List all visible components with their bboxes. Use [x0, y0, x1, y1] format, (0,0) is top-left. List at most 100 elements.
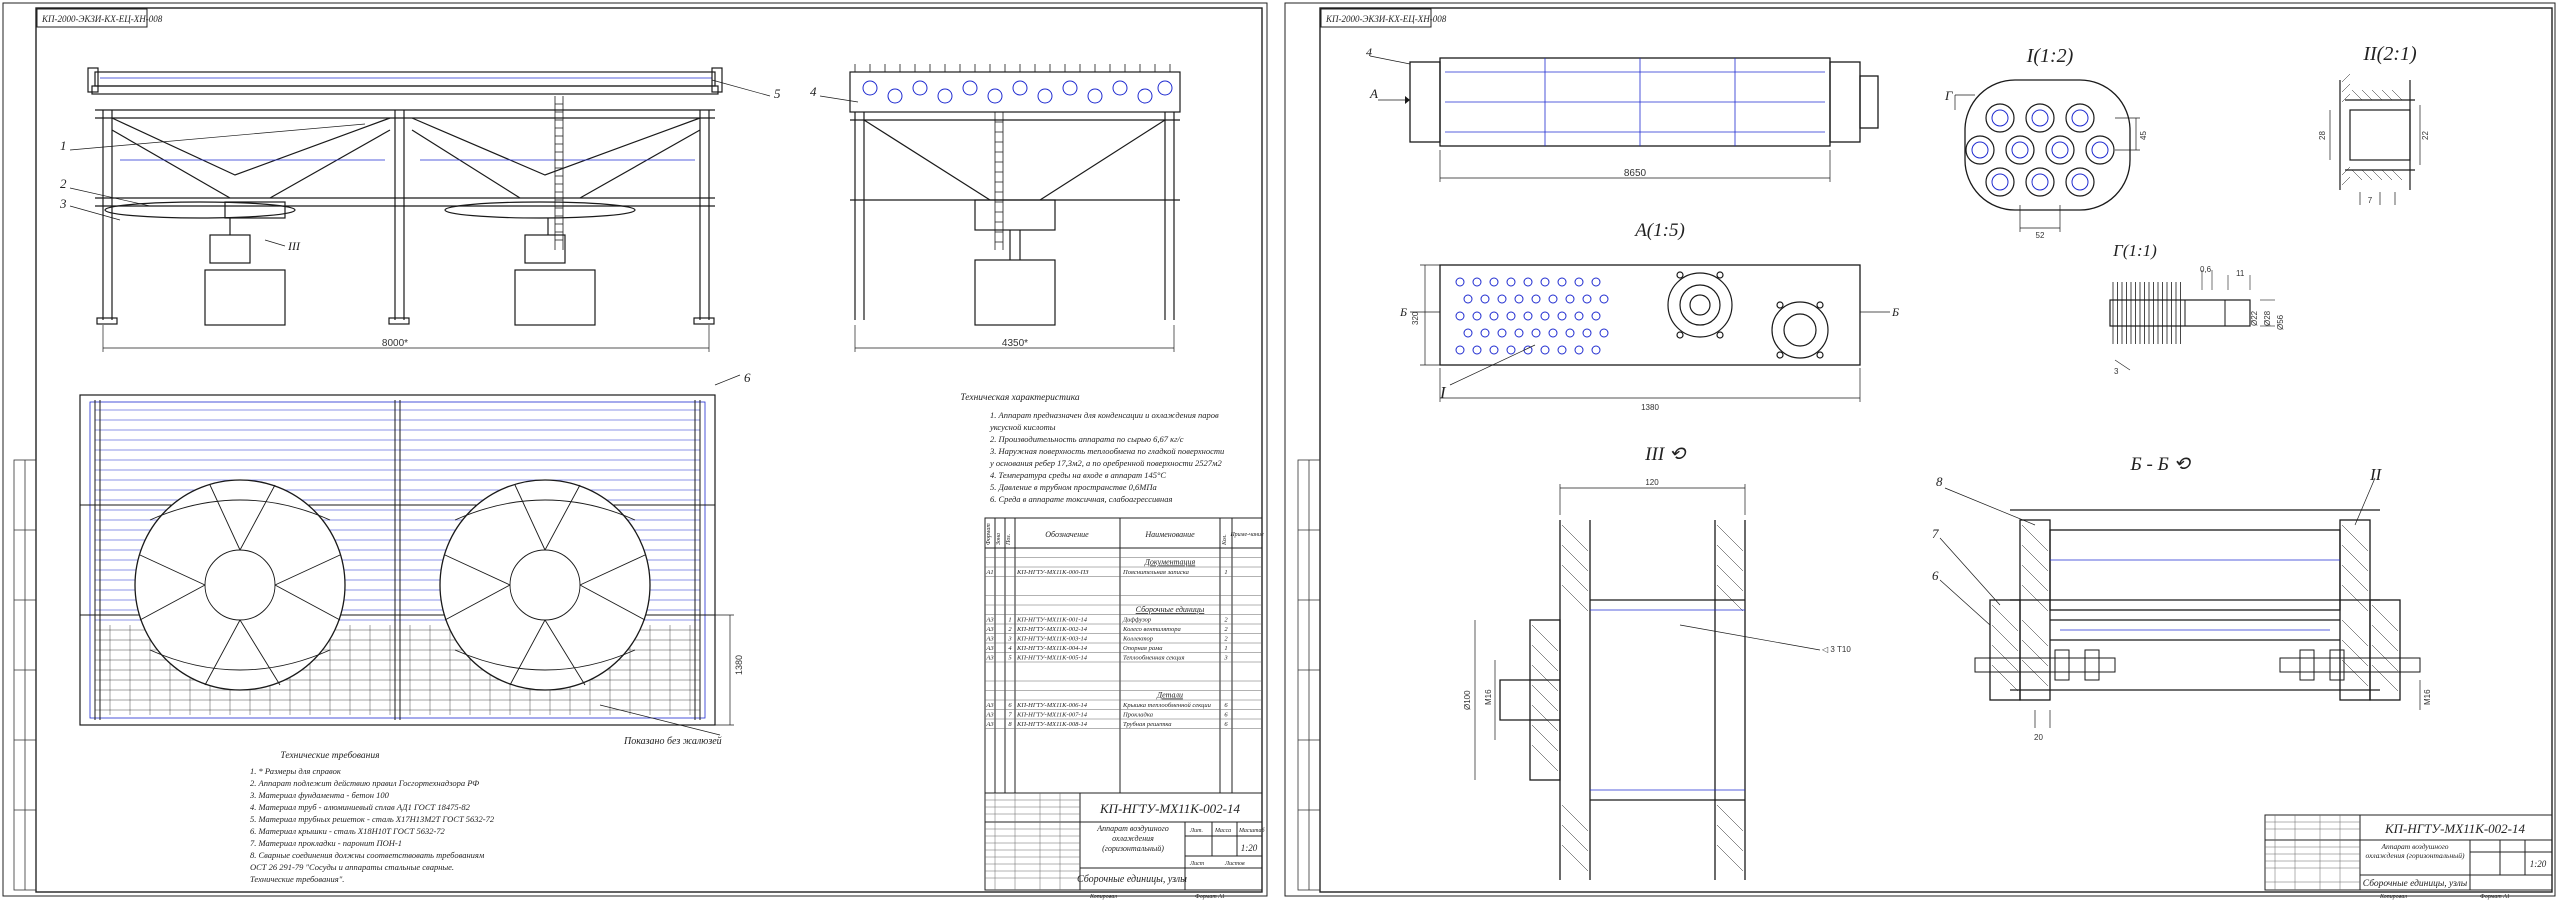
- spec-cell-name: Теплообменная секция: [1123, 655, 1185, 662]
- spec-cell-name: Диффузор: [1122, 617, 1152, 624]
- spec-section-title: Документация: [1144, 558, 1196, 567]
- title-copied-1: Копировал: [1089, 894, 1117, 900]
- title-scale-2: 1:20: [2530, 859, 2547, 869]
- title-name-1-wrap: Аппарат воздушного охлаждения (горизонта…: [1097, 824, 1169, 853]
- tube-section-view: 8650 4 А: [1366, 45, 1879, 182]
- spec-section-title: Сборочные единицы: [1136, 605, 1205, 614]
- spec-cell-name: Коллектор: [1122, 636, 1154, 643]
- spec-cell: А3: [985, 712, 994, 719]
- tube-hole: [1574, 311, 1584, 321]
- spec-cell-code: КП-НГТУ-МХ11К-007-14: [1016, 712, 1088, 719]
- title-name-1: Аппарат воздушного охлаждения (горизонта…: [1097, 824, 1169, 853]
- tube-hole: [1455, 311, 1465, 321]
- spec-cell-code: КП-НГТУ-МХ11К-002-14: [1016, 626, 1088, 633]
- spec-hdr-pos: Поз.: [1006, 534, 1012, 546]
- tube-hole: [1574, 345, 1584, 355]
- spec-cell: 3: [1007, 636, 1012, 643]
- tube-hole: [1582, 294, 1592, 304]
- spec-table: Формат Зона Поз. Обозначение Наименовани…: [984, 517, 1264, 794]
- spec-cell-qty: 6: [1224, 721, 1228, 728]
- pos-8: 8: [1936, 474, 1943, 489]
- tube-hole: [1480, 328, 1490, 338]
- spec-cell-name: Трубная решетка: [1123, 721, 1172, 728]
- pos-6-s2: 6: [1932, 568, 1939, 583]
- dim-length: 8000*: [382, 338, 408, 349]
- dim-iii-d: Ø100: [1463, 690, 1472, 710]
- front-view: 8000* 1 2 3 5 III: [59, 67, 781, 352]
- spec-cell: А3: [985, 636, 994, 643]
- tech-char-line: 5. Давление в трубном пространстве 0,6МП…: [990, 482, 1157, 492]
- sheet-2-stamp: КП-2000-ЭКЗИ-КХ-ЕЦ-ХН-008: [1320, 8, 1447, 28]
- label-hidden: Показано без жалюзей: [623, 736, 722, 747]
- tube-hole: [1506, 345, 1516, 355]
- spec-cell-name: Пояснительная записка: [1122, 569, 1189, 576]
- spec-cell: 7: [1008, 712, 1012, 719]
- tube-hole: [1591, 277, 1601, 287]
- spec-cell-code: КП-НГТУ-МХ11К-004-14: [1016, 645, 1088, 652]
- tube-hole: [1455, 345, 1465, 355]
- tech-req-line: 5. Материал трубных решеток - сталь Х17Н…: [250, 814, 495, 824]
- title-name-2: Аппарат воздушного охлаждения (горизонта…: [2365, 842, 2465, 860]
- title-block-2: КП-НГТУ-МХ11К-002-14 Аппарат воздушного …: [2264, 814, 2553, 900]
- dim-plate-w: 1380: [1641, 403, 1659, 412]
- dim-fin-t: 3: [2114, 367, 2119, 376]
- spec-cell: 6: [1008, 702, 1012, 709]
- spec-cell-qty: 6: [1224, 712, 1228, 719]
- title-subtitle-2: Сборочные единицы, узлы: [2363, 878, 2468, 889]
- sheet-2-binding-strip: [1297, 459, 1321, 891]
- dim-fin-step: 0,6: [2200, 265, 2212, 274]
- title-subtitle-1: Сборочные единицы, узлы: [1077, 874, 1187, 885]
- spec-hdr-name: Наименование: [1144, 530, 1195, 539]
- tube-hole: [1599, 328, 1609, 338]
- dim-iii-weld: ◁ 3 Т10: [1822, 645, 1851, 654]
- dim-fin-w: 11: [2236, 269, 2245, 278]
- spec-cell-code: КП-НГТУ-МХ11К-000-ПЗ: [1016, 569, 1089, 576]
- spec-cell: А3: [985, 645, 994, 652]
- dim-width: 4350*: [1002, 338, 1028, 349]
- title-format-2: Формат А1: [2480, 894, 2510, 900]
- sheet-2-inner-frame: [1319, 7, 2553, 893]
- dim-bb-w: 20: [2034, 733, 2043, 742]
- spec-cell-name: Крышка теплообменной секции: [1122, 702, 1212, 709]
- view-a-label: А: [1369, 86, 1378, 101]
- plan-view: 1380 6 Показано без жалюзей: [79, 370, 751, 747]
- pos-5: 5: [774, 86, 781, 101]
- tube-hole: [1548, 328, 1558, 338]
- tech-char-line: 3. Наружная поверхность теплообмена по г…: [989, 446, 1224, 456]
- spec-hdr-note: Приме-чание: [1229, 532, 1264, 538]
- tube-hole: [1540, 277, 1550, 287]
- spec-cell-qty: 6: [1224, 702, 1228, 709]
- spec-cell: А3: [985, 617, 994, 624]
- spec-section-title: Детали: [1156, 691, 1183, 700]
- tech-char-line: 2. Производительность аппарата по сырью …: [990, 434, 1184, 444]
- spec-cell: А1: [985, 569, 993, 576]
- tube-hole: [1497, 294, 1507, 304]
- callout-i: I: [1439, 383, 1447, 402]
- tech-req-line: 8. Сварные соединения должны соответство…: [250, 850, 485, 860]
- tech-char-line: 1. Аппарат предназначен для конденсации …: [990, 410, 1219, 420]
- dim-bb-m: М16: [2423, 689, 2432, 705]
- tech-req-title: Технические требования: [280, 750, 379, 761]
- section-b-left: Б: [1399, 305, 1407, 319]
- drawing-canvas: КП-2000-ЭКЗИ-КХ-ЕЦ-ХН-008 8000* 1 2 3 5 …: [2, 2, 2556, 900]
- dim-fin-d2: Ø28: [2263, 310, 2272, 326]
- spec-cell: 2: [1008, 626, 1012, 633]
- tube-hole: [1472, 311, 1482, 321]
- pos-4: 4: [810, 84, 817, 99]
- tube-hole: [1565, 328, 1575, 338]
- view-i: I(1:2) 52 45 Г: [1944, 45, 2148, 240]
- tube-hole: [1472, 345, 1482, 355]
- tech-char-line: 4. Температура среды на входе в аппарат …: [990, 470, 1166, 480]
- tube-hole: [1591, 311, 1601, 321]
- callout-ii: II: [2369, 465, 2383, 484]
- tube-hole: [1574, 277, 1584, 287]
- tube-hole: [1489, 311, 1499, 321]
- title-scale-hdr-1: Масштаб: [1238, 827, 1266, 834]
- title-sheets-1: Листов: [1224, 861, 1245, 867]
- tech-req-line: ОСТ 26 291-79 "Сосуды и аппараты стальны…: [250, 862, 454, 872]
- spec-cell-qty: 2: [1224, 617, 1228, 624]
- title-sheet-1: Лист: [1189, 861, 1205, 867]
- spec-cell: А3: [985, 721, 994, 728]
- title-mass-1: Масса: [1214, 828, 1231, 834]
- sheet-1: КП-2000-ЭКЗИ-КХ-ЕЦ-ХН-008 8000* 1 2 3 5 …: [2, 2, 1268, 900]
